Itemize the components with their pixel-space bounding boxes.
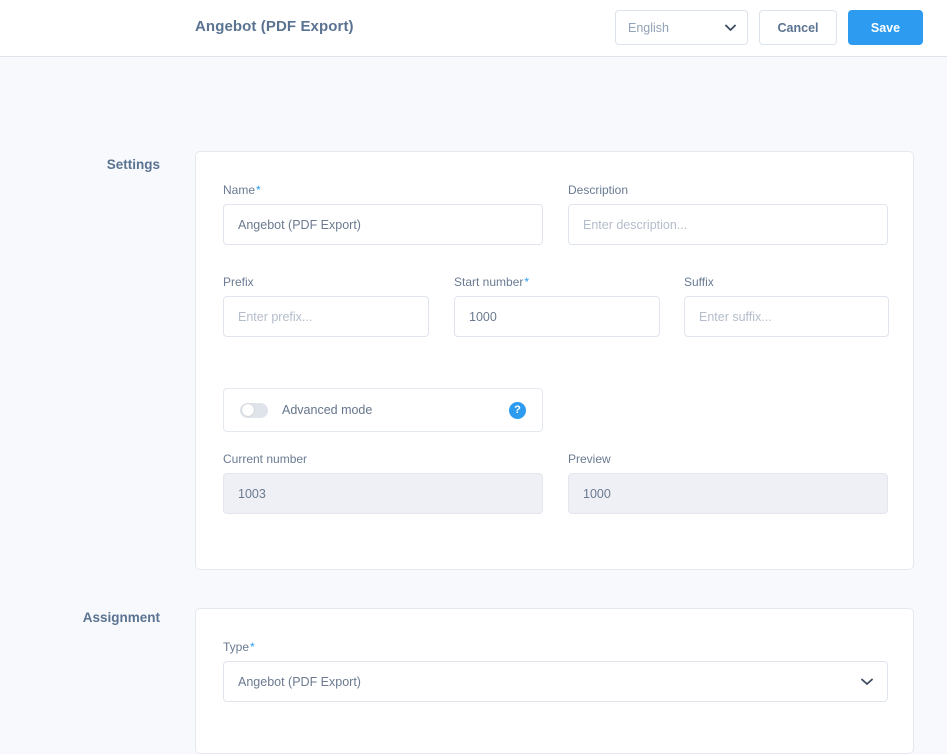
current-number-field: Current number 1003 — [223, 452, 543, 514]
toggle-knob — [242, 404, 254, 416]
section-label-assignment: Assignment — [82, 610, 160, 625]
advanced-mode-label: Advanced mode — [282, 403, 373, 417]
preview-input: 1000 — [568, 473, 888, 514]
current-number-input: 1003 — [223, 473, 543, 514]
required-marker: * — [524, 275, 530, 289]
suffix-field: Suffix Enter suffix... — [684, 275, 889, 337]
cancel-button[interactable]: Cancel — [759, 10, 837, 45]
description-field: Description Enter description... — [568, 183, 888, 245]
type-field: Type* Angebot (PDF Export) — [223, 640, 888, 702]
settings-card: Name* Angebot (PDF Export) Description E… — [195, 151, 914, 570]
current-number-label: Current number — [223, 452, 308, 466]
preview-label: Preview — [568, 452, 611, 466]
section-label-settings: Settings — [106, 157, 160, 172]
header-actions: English Cancel Save — [615, 10, 923, 45]
language-select[interactable]: English — [615, 10, 748, 45]
page-title: Angebot (PDF Export) — [195, 18, 354, 35]
page-body: Settings Name* Angebot (PDF Export) Desc… — [0, 57, 947, 754]
prefix-input[interactable]: Enter prefix... — [223, 296, 429, 337]
assignment-card: Type* Angebot (PDF Export) — [195, 608, 914, 754]
start-number-label: Start number* — [454, 275, 530, 289]
name-label: Name* — [223, 183, 261, 197]
advanced-mode-row: Advanced mode ? — [223, 388, 543, 432]
chevron-down-icon — [725, 24, 736, 31]
start-number-input[interactable]: 1000 — [454, 296, 660, 337]
language-select-value: English — [628, 20, 669, 35]
name-input[interactable]: Angebot (PDF Export) — [223, 204, 543, 245]
type-select-value: Angebot (PDF Export) — [238, 674, 361, 689]
save-button[interactable]: Save — [848, 10, 923, 45]
prefix-label: Prefix — [223, 275, 254, 289]
type-select[interactable]: Angebot (PDF Export) — [223, 661, 888, 702]
advanced-mode-toggle[interactable] — [240, 402, 268, 418]
required-marker: * — [250, 640, 255, 654]
question-mark-icon[interactable]: ? — [509, 401, 526, 419]
description-label: Description — [568, 183, 629, 197]
required-marker: * — [256, 183, 261, 197]
type-label: Type* — [223, 640, 255, 654]
chevron-down-icon — [861, 678, 873, 685]
name-field: Name* Angebot (PDF Export) — [223, 183, 543, 245]
suffix-input[interactable]: Enter suffix... — [684, 296, 889, 337]
top-bar: Angebot (PDF Export) English Cancel Save — [0, 0, 947, 57]
description-input[interactable]: Enter description... — [568, 204, 888, 245]
preview-field: Preview 1000 — [568, 452, 888, 514]
suffix-label: Suffix — [684, 275, 714, 289]
prefix-field: Prefix Enter prefix... — [223, 275, 429, 337]
start-number-field: Start number* 1000 — [454, 275, 660, 337]
